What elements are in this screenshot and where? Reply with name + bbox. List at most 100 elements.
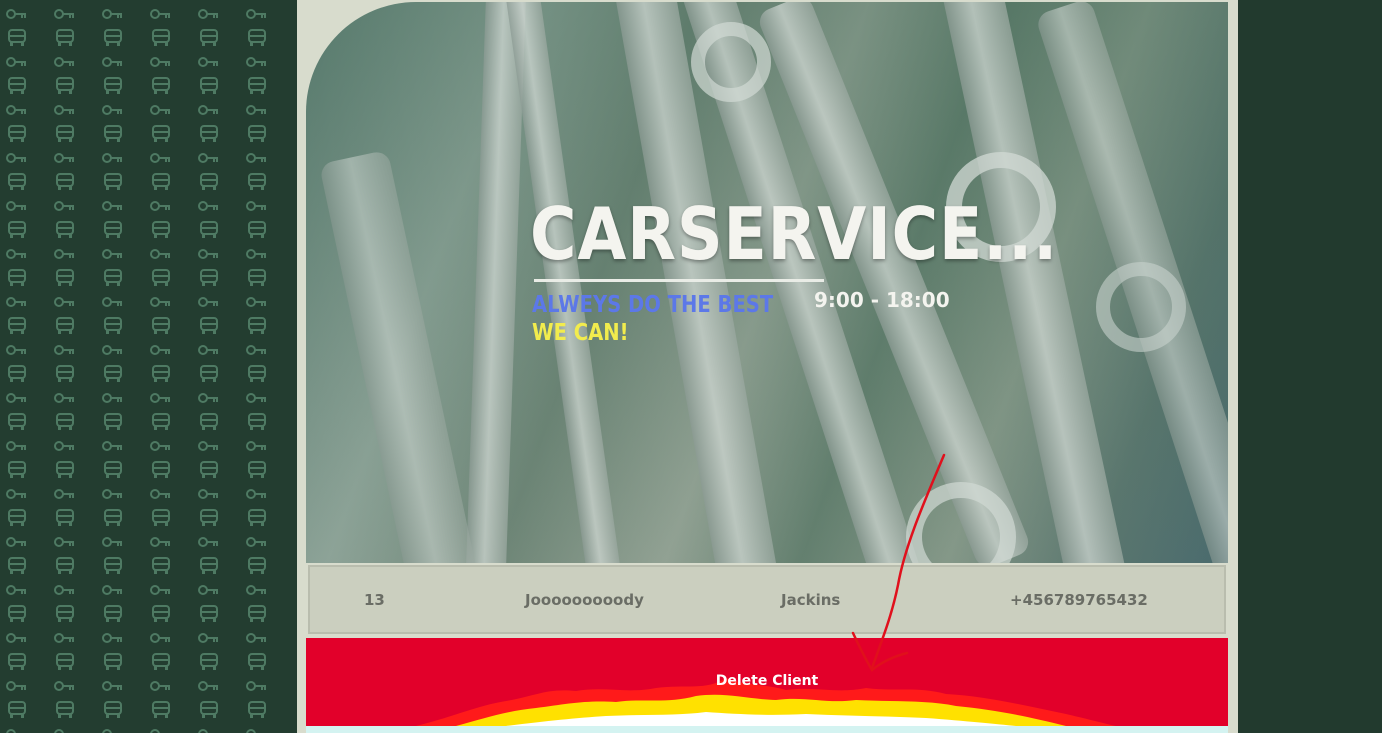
car-icon bbox=[198, 698, 246, 722]
car-icon bbox=[246, 554, 294, 578]
car-icon bbox=[6, 506, 54, 530]
car-icon bbox=[6, 650, 54, 674]
key-icon bbox=[6, 530, 54, 554]
car-icon bbox=[246, 74, 294, 98]
right-background bbox=[1238, 0, 1382, 733]
key-icon bbox=[102, 578, 150, 602]
car-icon bbox=[150, 698, 198, 722]
car-icon bbox=[198, 506, 246, 530]
car-icon bbox=[6, 698, 54, 722]
key-icon bbox=[102, 674, 150, 698]
car-icon bbox=[102, 266, 150, 290]
car-icon bbox=[6, 218, 54, 242]
delete-client-button[interactable]: Delete Client bbox=[306, 638, 1228, 726]
key-icon bbox=[6, 434, 54, 458]
car-icon bbox=[54, 554, 102, 578]
car-icon bbox=[246, 362, 294, 386]
car-icon bbox=[102, 602, 150, 626]
car-icon bbox=[6, 74, 54, 98]
key-icon bbox=[6, 98, 54, 122]
key-icon bbox=[54, 578, 102, 602]
key-icon bbox=[6, 482, 54, 506]
car-icon bbox=[54, 26, 102, 50]
key-icon bbox=[198, 530, 246, 554]
car-icon bbox=[198, 602, 246, 626]
key-icon bbox=[6, 626, 54, 650]
brand-title: CARSERVICE... bbox=[530, 192, 1059, 276]
key-icon bbox=[6, 194, 54, 218]
key-icon bbox=[198, 674, 246, 698]
car-icon bbox=[102, 314, 150, 338]
car-icon bbox=[6, 170, 54, 194]
client-last-name: Jackins bbox=[781, 591, 841, 609]
key-icon bbox=[102, 338, 150, 362]
key-icon bbox=[54, 2, 102, 26]
tool-shape bbox=[318, 149, 484, 563]
car-icon bbox=[246, 458, 294, 482]
car-icon bbox=[246, 650, 294, 674]
key-icon bbox=[6, 578, 54, 602]
key-icon bbox=[150, 578, 198, 602]
car-icon bbox=[198, 218, 246, 242]
car-icon bbox=[246, 266, 294, 290]
key-icon bbox=[150, 98, 198, 122]
car-icon bbox=[6, 314, 54, 338]
car-icon bbox=[54, 362, 102, 386]
car-icon bbox=[198, 122, 246, 146]
key-icon bbox=[6, 674, 54, 698]
key-icon bbox=[54, 194, 102, 218]
car-icon bbox=[198, 74, 246, 98]
wrench-ring bbox=[691, 22, 771, 102]
key-icon bbox=[102, 482, 150, 506]
key-icon bbox=[246, 626, 294, 650]
key-icon bbox=[198, 338, 246, 362]
key-icon bbox=[102, 434, 150, 458]
key-icon bbox=[198, 434, 246, 458]
delete-client-label: Delete Client bbox=[715, 673, 819, 689]
key-icon bbox=[102, 722, 150, 733]
car-icon bbox=[102, 362, 150, 386]
key-icon bbox=[54, 242, 102, 266]
car-icon bbox=[102, 458, 150, 482]
key-icon bbox=[102, 194, 150, 218]
key-icon bbox=[150, 482, 198, 506]
key-icon bbox=[102, 242, 150, 266]
car-icon bbox=[150, 554, 198, 578]
key-icon bbox=[246, 290, 294, 314]
car-icon bbox=[150, 26, 198, 50]
car-icon bbox=[150, 218, 198, 242]
key-icon bbox=[246, 674, 294, 698]
car-icon bbox=[102, 122, 150, 146]
car-icon bbox=[150, 602, 198, 626]
car-icon bbox=[246, 602, 294, 626]
car-icon bbox=[54, 650, 102, 674]
key-icon bbox=[198, 482, 246, 506]
car-icon bbox=[54, 458, 102, 482]
hero-banner: CARSERVICE... ALWEYS DO THE BEST WE CAN!… bbox=[306, 2, 1228, 563]
key-icon bbox=[150, 626, 198, 650]
key-icon bbox=[150, 2, 198, 26]
car-icon bbox=[6, 410, 54, 434]
wrench-ring bbox=[1096, 262, 1186, 352]
key-icon bbox=[150, 290, 198, 314]
key-icon bbox=[246, 530, 294, 554]
key-icon bbox=[198, 98, 246, 122]
key-icon bbox=[102, 386, 150, 410]
key-icon bbox=[246, 98, 294, 122]
car-icon bbox=[198, 26, 246, 50]
key-icon bbox=[6, 290, 54, 314]
car-icon bbox=[246, 410, 294, 434]
tool-shape bbox=[503, 2, 623, 563]
bottom-strip bbox=[306, 726, 1228, 733]
key-icon bbox=[150, 674, 198, 698]
car-icon bbox=[102, 26, 150, 50]
car-icon bbox=[54, 266, 102, 290]
key-icon bbox=[6, 50, 54, 74]
key-icon bbox=[246, 50, 294, 74]
slogan-line-1: ALWEYS DO THE BEST bbox=[532, 292, 774, 318]
key-icon bbox=[54, 386, 102, 410]
key-icon bbox=[198, 578, 246, 602]
key-icon bbox=[198, 386, 246, 410]
car-icon bbox=[198, 362, 246, 386]
car-icon bbox=[54, 218, 102, 242]
